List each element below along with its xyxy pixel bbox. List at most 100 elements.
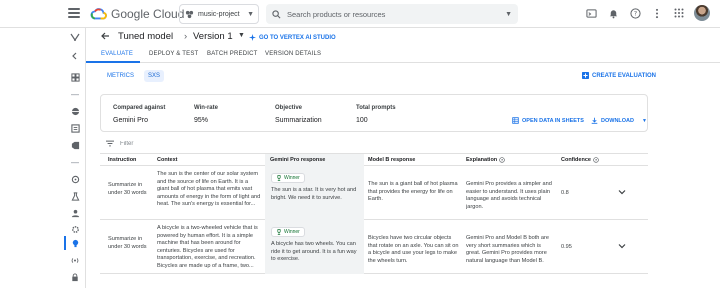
sparkle-icon (249, 34, 256, 41)
open-in-sheets-button[interactable]: OPEN DATA IN SHEETS (512, 117, 584, 124)
chevron-down-icon[interactable]: ▼ (505, 11, 512, 18)
chevron-down-icon[interactable] (617, 187, 627, 197)
row-context: A bicycle is a two-wheeled vehicle that … (157, 225, 258, 269)
lock-icon[interactable] (70, 272, 80, 282)
model-garden-icon[interactable] (70, 106, 80, 116)
person-icon[interactable] (70, 208, 80, 218)
notifications-icon[interactable] (606, 6, 620, 20)
more-vert-icon[interactable] (650, 6, 664, 20)
google-cloud-logo-icon (90, 8, 107, 20)
search-bar[interactable]: ▼ (266, 4, 518, 24)
row-gemini-response: A bicycle has two wheels. You can ride i… (271, 241, 357, 263)
col-context[interactable]: Context (157, 157, 177, 163)
table-row[interactable]: Summarize in under 30 words The sun is t… (100, 166, 648, 220)
pipelines-icon[interactable] (70, 174, 80, 184)
row-context: The sun is the center of our solar syste… (157, 171, 261, 208)
metrics-toggle[interactable]: METRICS (103, 70, 138, 82)
project-icon (185, 10, 194, 18)
tab-batch-predict[interactable]: BATCH PREDICT (207, 51, 258, 57)
filter-bar[interactable] (106, 140, 240, 147)
terminal-icon[interactable] (584, 6, 598, 20)
help-outline-icon: ? (499, 157, 505, 163)
page-title: Tuned model (118, 31, 174, 42)
brand-name[interactable]: Google Cloud (111, 7, 184, 21)
row-explanation: Gemini Pro and Model B both are very sho… (466, 235, 550, 264)
col-confidence[interactable]: Confidence ? (561, 157, 599, 163)
filter-input[interactable] (120, 140, 240, 147)
objective-value: Summarization (275, 117, 322, 124)
apps-grid-icon[interactable] (672, 6, 686, 20)
menu-icon[interactable] (68, 8, 80, 18)
col-explanation-label: Explanation (466, 157, 498, 163)
svg-text:?: ? (633, 9, 636, 17)
top-bar: Google Cloud music-project ▼ ▼ ? (0, 0, 720, 28)
col-model-b-response[interactable]: Model B response (368, 157, 415, 163)
table-header: Instruction Context Gemini Pro response … (100, 153, 648, 166)
tab-deploy-test[interactable]: DEPLOY & TEST (149, 51, 198, 57)
collapse-icon[interactable] (70, 51, 80, 61)
workbench-icon[interactable] (70, 123, 80, 133)
sheets-icon (512, 117, 519, 124)
winner-badge: Winner (271, 227, 305, 237)
row-instruction: Summarize in under 30 words (108, 236, 147, 250)
col-explanation[interactable]: Explanation ? (466, 157, 505, 163)
total-prompts-label: Total prompts (356, 105, 396, 111)
row-explanation: Gemini Pro provides a simpler and easier… (466, 181, 552, 210)
label-icon[interactable] (70, 140, 80, 150)
tab-version-details[interactable]: VERSION DETAILS (265, 51, 321, 57)
page-header: Tuned model › Version 1 ▼ GO TO VERTEX A… (86, 28, 720, 46)
bulb-icon[interactable] (70, 238, 80, 248)
create-evaluation-button[interactable]: CREATE EVALUATION (582, 72, 656, 79)
winner-label: Winner (284, 175, 300, 181)
download-button[interactable]: DOWNLOAD ▼ (591, 117, 647, 124)
active-indicator (64, 236, 66, 250)
row-model-b-response: Bicycles have two circular objects that … (368, 235, 459, 264)
goto-studio-link[interactable]: GO TO VERTEX AI STUDIO (249, 34, 336, 41)
divider-dash-icon (70, 90, 80, 100)
win-rate-label: Win-rate (194, 105, 218, 111)
help-outline-icon: ? (593, 157, 599, 163)
chevron-down-icon[interactable]: ▼ (238, 32, 245, 39)
row-model-b-response: The sun is a giant ball of hot plasma th… (368, 181, 458, 203)
filter-icon (106, 140, 114, 147)
tab-bar: EVALUATE DEPLOY & TEST BATCH PREDICT VER… (86, 46, 720, 63)
experiments-icon[interactable] (70, 191, 80, 201)
left-rail (64, 28, 86, 288)
row-instruction: Summarize in under 30 words (108, 182, 147, 196)
settings-icon[interactable] (70, 224, 80, 234)
search-icon (272, 9, 281, 18)
win-rate-value: 95% (194, 117, 209, 124)
open-in-sheets-label: OPEN DATA IN SHEETS (522, 117, 584, 124)
goto-studio-label: GO TO VERTEX AI STUDIO (259, 34, 336, 41)
sxs-toggle[interactable]: SXS (144, 70, 165, 82)
download-label: DOWNLOAD (601, 117, 634, 124)
search-input[interactable] (287, 9, 500, 19)
svg-text:?: ? (501, 158, 503, 162)
broadcast-icon[interactable] (70, 255, 80, 265)
chevron-down-icon[interactable] (617, 241, 627, 251)
tab-evaluate[interactable]: EVALUATE (101, 51, 133, 57)
chevron-right-icon: › (184, 31, 188, 42)
comparison-table: Instruction Context Gemini Pro response … (100, 153, 648, 274)
vertex-ai-icon[interactable] (70, 32, 80, 42)
download-icon (591, 117, 598, 124)
col-gemini-response[interactable]: Gemini Pro response (270, 157, 325, 163)
svg-text:?: ? (595, 158, 597, 162)
active-tab-indicator (86, 61, 140, 63)
avatar[interactable] (694, 5, 710, 21)
objective-label: Objective (275, 105, 303, 111)
help-icon[interactable]: ? (628, 6, 642, 20)
project-selector[interactable]: music-project ▼ (179, 4, 259, 24)
trophy-icon (277, 229, 281, 235)
project-name: music-project (198, 10, 240, 18)
version-selector[interactable]: Version 1 (193, 31, 233, 42)
chevron-down-icon: ▼ (642, 117, 647, 124)
dashboard-icon[interactable] (70, 72, 80, 82)
col-instruction[interactable]: Instruction (108, 157, 136, 163)
back-arrow-icon[interactable] (100, 31, 110, 41)
trophy-icon (277, 175, 281, 181)
chevron-down-icon: ▼ (247, 10, 254, 18)
col-confidence-label: Confidence (561, 157, 591, 163)
table-row[interactable]: Summarize in under 30 words A bicycle is… (100, 220, 648, 274)
top-actions: ? (584, 5, 720, 21)
